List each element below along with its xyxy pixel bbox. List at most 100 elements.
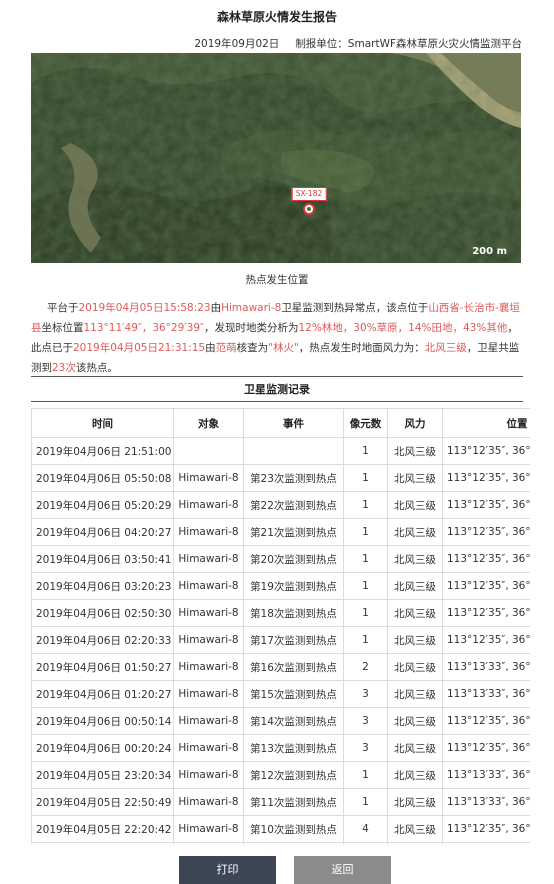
cell-wind: 北风三级 <box>387 653 443 681</box>
cell-wind: 北风三级 <box>387 518 443 546</box>
col-header-object: 对象 <box>173 408 244 438</box>
col-header-position: 位置 <box>442 408 530 438</box>
back-button[interactable]: 返回 <box>294 856 391 884</box>
cell-object: Himawari-8 <box>173 734 244 762</box>
cell-time: 2019年04月05日 22:20:42 <box>31 815 174 843</box>
fire-summary: 平台于2019年04月05日15:58:23由Himawari-8卫星监测到热异… <box>31 298 523 378</box>
cell-event: 第16次监测到热点 <box>243 653 344 681</box>
cell-position <box>442 842 530 844</box>
cell-position: 113°13′33″, 36°2 <box>442 761 530 789</box>
col-header-pixels: 像元数 <box>343 408 388 438</box>
cell-object: Himawari-8 <box>173 599 244 627</box>
cell-wind: 北风三级 <box>387 626 443 654</box>
cell-event: 第15次监测到热点 <box>243 680 344 708</box>
cell-object: Himawari-8 <box>173 680 244 708</box>
first-detect-time: 2019年04月05日15:58:23 <box>78 302 211 314</box>
divider <box>31 376 523 377</box>
cell-wind: 北风三级 <box>387 599 443 627</box>
report-producer: 制报单位：SmartWF森林草原火灾火情监测平台 <box>295 38 522 50</box>
cell-time: 2019年04月06日 00:50:14 <box>31 707 174 735</box>
table-row: 2019年04月06日 02:20:33 Himawari-8 第17次监测到热点 1… <box>31 626 530 654</box>
cell-time: 2019年04月05日 22:50:49 <box>31 788 174 816</box>
cell-wind <box>387 842 443 844</box>
cell-time: 2019年04月06日 03:20:23 <box>31 572 174 600</box>
cell-time: 2019年04月06日 03:50:41 <box>31 545 174 573</box>
cell-pixels: 1 <box>343 761 388 789</box>
col-header-wind: 风力 <box>387 408 443 438</box>
report-date: 2019年09月02日 <box>194 38 280 50</box>
page-title: 森林草原火情发生报告 <box>216 10 337 24</box>
summary-text: 核查为 <box>236 342 269 354</box>
cell-pixels <box>343 842 388 844</box>
cell-object: Himawari-8 <box>173 815 244 843</box>
cell-wind: 北风三级 <box>387 437 443 465</box>
col-header-event: 事件 <box>243 408 344 438</box>
cell-wind: 北风三级 <box>387 680 443 708</box>
table-row: 2019年04月06日 02:50:30 Himawari-8 第18次监测到热点 1… <box>31 599 530 627</box>
cell-time: 2019年04月06日 04:20:27 <box>31 518 174 546</box>
table-row: 2019年04月06日 04:20:27 Himawari-8 第21次监测到热点 1… <box>31 518 530 546</box>
records-title: 卫星监测记录 <box>244 383 310 396</box>
cell-pixels: 2 <box>343 653 388 681</box>
cell-time: 2019年04月06日 05:50:08 <box>31 464 174 492</box>
summary-text: 该热点。 <box>75 362 118 374</box>
map-scale: 200 m <box>472 246 507 257</box>
wind-level: 北风三级 <box>424 342 467 354</box>
cell-event: 第17次监测到热点 <box>243 626 344 654</box>
summary-text: 坐标位置 <box>41 322 84 334</box>
table-row: 2019年04月05日 22:50:49 Himawari-8 第11次监测到热点 1… <box>31 788 530 816</box>
cell-time: 2019年04月06日 05:20:29 <box>31 491 174 519</box>
cell-object: Himawari-8 <box>173 761 244 789</box>
cell-object: Himawari-8 <box>173 653 244 681</box>
cell-time: 2019年04月06日 00:20:24 <box>31 734 174 762</box>
verify-time: 2019年04月05日21:31:15 <box>73 342 206 354</box>
records-table-scroll[interactable]: 时间 对象 事件 像元数 风力 位置 2019年04月06日 21:51:00 1… <box>31 408 530 844</box>
cell-position: 113°12′35″, 36°2 <box>442 545 530 573</box>
cell-event: 第14次监测到热点 <box>243 707 344 735</box>
satellite-map[interactable]: SX-182 200 m <box>31 53 521 263</box>
records-table: 时间 对象 事件 像元数 风力 位置 2019年04月06日 21:51:00 1… <box>31 408 530 844</box>
cell-time: 2019年04月06日 02:20:33 <box>31 626 174 654</box>
hotspot-coords: 113°11′49″，36°29′39″ <box>83 322 204 334</box>
cell-wind: 北风三级 <box>387 707 443 735</box>
hotspot-marker-icon[interactable] <box>303 203 315 215</box>
cell-wind: 北风三级 <box>387 788 443 816</box>
cell-position: 113°13′33″, 36°2 <box>442 788 530 816</box>
summary-text: 平台于 <box>47 302 79 314</box>
report-meta: 2019年09月02日 制报单位：SmartWF森林草原火灾火情监测平台 <box>194 36 522 51</box>
cell-event: 第12次监测到热点 <box>243 761 344 789</box>
cell-pixels: 3 <box>343 707 388 735</box>
cell-event: 第18次监测到热点 <box>243 599 344 627</box>
cell-position: 113°13′33″, 36°2 <box>442 680 530 708</box>
summary-text: 由 <box>205 342 216 354</box>
table-row: 2019年04月05日 23:20:34 Himawari-8 第12次监测到热点 1… <box>31 761 530 789</box>
cell-pixels: 1 <box>343 518 388 546</box>
print-button[interactable]: 打印 <box>179 856 276 884</box>
cell-event: 第11次监测到热点 <box>243 788 344 816</box>
detect-count: 23次 <box>52 362 76 374</box>
cell-wind: 北风三级 <box>387 464 443 492</box>
summary-text: ，发现时地类分析为 <box>203 322 299 334</box>
table-header-row: 时间 对象 事件 像元数 风力 位置 <box>31 408 530 438</box>
hotspot-label[interactable]: SX-182 <box>291 187 327 201</box>
cell-pixels: 3 <box>343 734 388 762</box>
cell-event: 第13次监测到热点 <box>243 734 344 762</box>
cell-position: 113°12′35″, 36°2 <box>442 599 530 627</box>
table-row: 2019年04月05日 22:20:42 Himawari-8 第10次监测到热点 4… <box>31 815 530 843</box>
cell-time: 2019年04月06日 01:50:27 <box>31 653 174 681</box>
cell-object: Himawari-8 <box>173 788 244 816</box>
cell-wind: 北风三级 <box>387 545 443 573</box>
cell-position: 113°12′35″, 36°2 <box>442 518 530 546</box>
table-row: 2019年04月06日 01:20:27 Himawari-8 第15次监测到热点 3… <box>31 680 530 708</box>
cell-wind: 北风三级 <box>387 761 443 789</box>
cell-position: 113°12′35″, 36°2 <box>442 491 530 519</box>
cell-event: 第20次监测到热点 <box>243 545 344 573</box>
cell-wind: 北风三级 <box>387 572 443 600</box>
table-row <box>31 842 530 844</box>
cell-object <box>173 437 244 465</box>
cell-position: 113°12′35″, 36°2 <box>442 707 530 735</box>
landuse-analysis: 12%林地，30%草原，14%田地，43%其他 <box>298 322 508 334</box>
divider <box>31 401 523 402</box>
cell-position: 113°12′35″, 36°2 <box>442 815 530 843</box>
satellite-name: Himawari-8 <box>221 302 282 314</box>
